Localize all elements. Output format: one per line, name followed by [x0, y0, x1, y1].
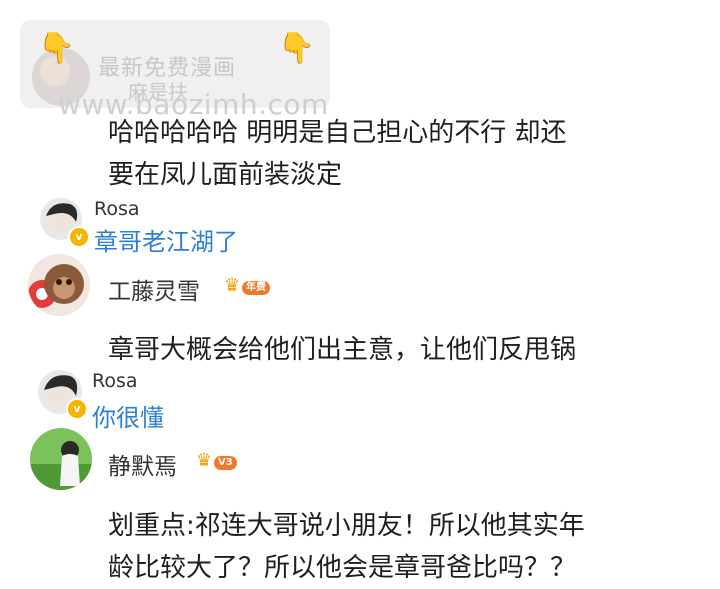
level-badge: 年费: [242, 281, 270, 295]
reply-username[interactable]: Rosa: [92, 370, 138, 392]
pointing-hand-icon: 👇: [38, 31, 76, 66]
reply-text: 你很懂: [92, 404, 164, 432]
level-badge: V3: [214, 456, 237, 470]
avatar[interactable]: [30, 428, 92, 490]
vip-badge: ♛ 年费: [224, 277, 270, 297]
username[interactable]: 工藤灵雪: [108, 272, 200, 306]
comment-text: 哈哈哈哈哈 明明是自己担心的不行 却还 要在凤儿面前装淡定: [108, 118, 567, 190]
username[interactable]: 静默焉: [108, 447, 177, 481]
verified-badge-icon: v: [66, 398, 88, 420]
crown-icon: ♛: [196, 450, 213, 471]
pointing-hand-icon: 👇: [278, 31, 316, 66]
comment-text: 划重点:祁连大哥说小朋友！所以他其实年 龄比较大了？所以他会是章哥爸比吗？？: [108, 511, 585, 583]
reply-text: 章哥老江湖了: [94, 228, 238, 256]
crown-icon: ♛: [224, 275, 241, 296]
watermark-banner: 👇 最新免费漫画 👇 麻是扶 www.baozimh.com: [20, 20, 330, 121]
comment-text: 章哥大概会给他们出主意，让他们反甩锅: [108, 335, 577, 365]
vip-badge: ♛ V3: [196, 452, 242, 472]
avatar[interactable]: [28, 254, 90, 316]
reply-username[interactable]: Rosa: [94, 198, 140, 220]
verified-badge-icon: v: [68, 226, 90, 248]
